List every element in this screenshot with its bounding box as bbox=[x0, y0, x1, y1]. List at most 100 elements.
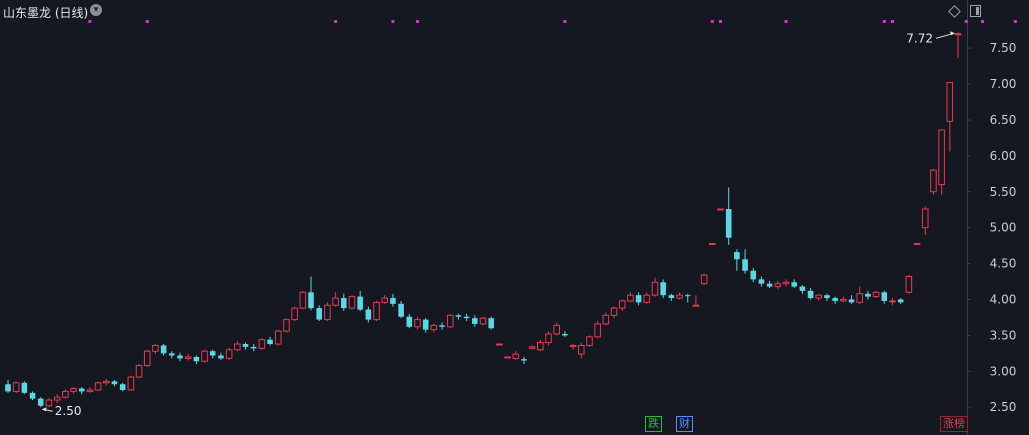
event-badge-down[interactable]: 跌 bbox=[645, 416, 662, 432]
candle-body bbox=[577, 344, 585, 355]
candle-body bbox=[512, 353, 520, 359]
candle-body bbox=[618, 300, 626, 309]
candle bbox=[692, 295, 700, 307]
candle-body bbox=[725, 208, 732, 238]
candle bbox=[225, 347, 233, 360]
candle-body bbox=[152, 344, 159, 352]
candle bbox=[29, 391, 36, 401]
candle bbox=[119, 382, 126, 392]
candle bbox=[160, 344, 167, 356]
candle-body bbox=[504, 356, 511, 359]
candle bbox=[791, 279, 797, 288]
candle bbox=[316, 305, 322, 322]
candle bbox=[897, 298, 904, 304]
candle-body bbox=[635, 295, 642, 303]
candle bbox=[446, 313, 454, 329]
candle bbox=[734, 249, 740, 271]
candle bbox=[684, 293, 691, 303]
candle bbox=[12, 381, 20, 393]
candle-body bbox=[946, 82, 954, 122]
candle bbox=[651, 277, 659, 297]
candle-body bbox=[709, 242, 716, 245]
candle bbox=[586, 335, 593, 347]
candle-body bbox=[545, 333, 552, 344]
candle bbox=[782, 279, 790, 287]
candle bbox=[872, 290, 880, 299]
candle bbox=[905, 275, 913, 294]
candle bbox=[545, 331, 552, 346]
candle-body bbox=[750, 270, 757, 280]
candle bbox=[177, 352, 183, 362]
event-badge-finance[interactable]: 财 bbox=[676, 416, 693, 432]
candle-body bbox=[111, 381, 118, 385]
candle bbox=[889, 298, 896, 306]
candle-body bbox=[234, 343, 241, 351]
candle bbox=[832, 296, 838, 304]
candle-body bbox=[766, 283, 773, 287]
candle bbox=[807, 288, 814, 300]
candle bbox=[340, 293, 347, 311]
candle bbox=[700, 273, 708, 286]
candle-body bbox=[889, 300, 896, 303]
candle bbox=[234, 341, 241, 352]
candle-body bbox=[5, 384, 11, 392]
event-badge-limit-up[interactable]: 涨榜 bbox=[940, 416, 968, 432]
candle bbox=[569, 344, 577, 350]
candle-body bbox=[643, 294, 651, 303]
candle-body bbox=[791, 282, 797, 287]
candle bbox=[488, 316, 494, 330]
candle bbox=[660, 279, 666, 299]
candle bbox=[618, 299, 626, 311]
event-marker bbox=[890, 20, 894, 23]
candle bbox=[742, 249, 748, 274]
candle-body bbox=[848, 299, 855, 303]
candle bbox=[390, 293, 396, 307]
candle-body bbox=[905, 276, 913, 293]
candle-body bbox=[700, 274, 708, 285]
candle-body bbox=[938, 129, 945, 186]
candle-body bbox=[119, 384, 126, 390]
event-marker bbox=[391, 20, 395, 23]
candle bbox=[602, 312, 610, 326]
candle-body bbox=[692, 304, 700, 307]
candle bbox=[643, 292, 651, 304]
candle bbox=[308, 276, 314, 311]
low-arrowhead bbox=[41, 407, 47, 412]
candle-body bbox=[430, 324, 438, 331]
candle bbox=[365, 306, 372, 323]
candle-body bbox=[127, 376, 135, 391]
candle-body bbox=[78, 388, 85, 392]
candle bbox=[283, 318, 290, 333]
candle bbox=[135, 364, 143, 379]
candle-body bbox=[70, 388, 77, 392]
candle bbox=[537, 339, 544, 352]
candle bbox=[45, 397, 53, 408]
candle bbox=[37, 397, 44, 408]
event-marker bbox=[784, 20, 788, 23]
candle-body bbox=[299, 291, 307, 309]
candle-body bbox=[324, 304, 331, 321]
candle-body bbox=[283, 319, 290, 332]
candle-body bbox=[881, 292, 888, 301]
event-marker bbox=[981, 20, 985, 23]
low-label: 2.50 bbox=[55, 404, 82, 418]
candle-body bbox=[21, 382, 28, 393]
candle bbox=[938, 129, 945, 195]
candle-body bbox=[594, 323, 601, 338]
candle-body bbox=[242, 344, 249, 347]
candle bbox=[848, 295, 855, 304]
y-tick-label: 2.50 bbox=[990, 400, 1017, 414]
candle bbox=[946, 82, 954, 152]
candle bbox=[250, 344, 257, 352]
candle bbox=[439, 322, 445, 330]
candle-body bbox=[291, 307, 298, 321]
candle-body bbox=[496, 343, 503, 346]
candle-body bbox=[856, 293, 864, 303]
candle bbox=[815, 293, 823, 301]
y-tick-label: 6.00 bbox=[990, 149, 1017, 163]
candle bbox=[856, 286, 864, 304]
candle bbox=[479, 316, 487, 326]
candle-body bbox=[439, 325, 445, 327]
y-tick-label: 4.50 bbox=[990, 257, 1017, 271]
candle-body bbox=[422, 319, 429, 330]
